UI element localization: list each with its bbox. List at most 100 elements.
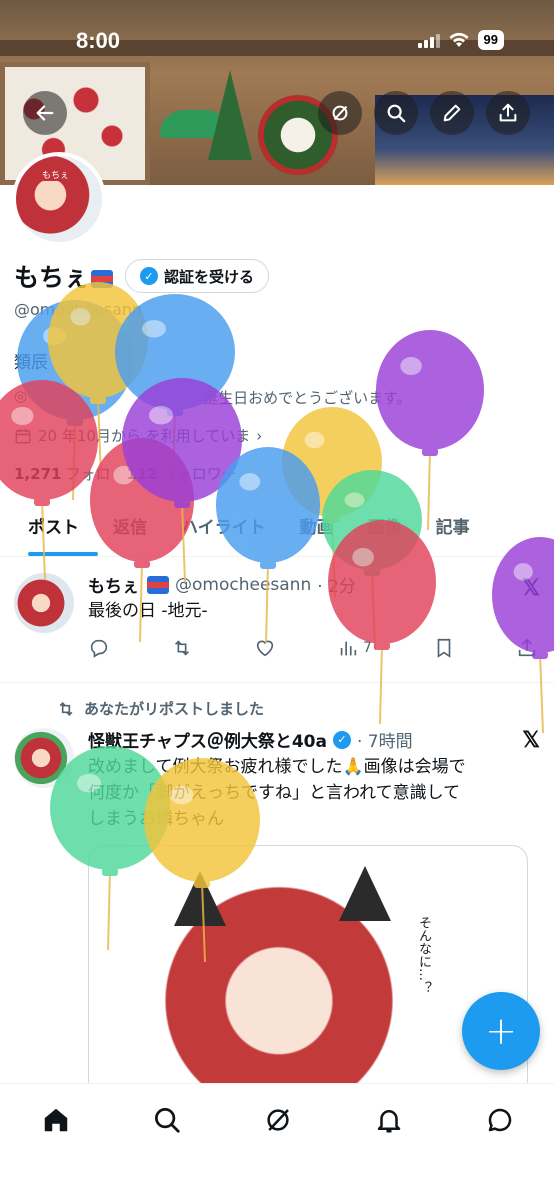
balloon-small-icon: ◎ — [14, 387, 28, 405]
tweet-text-line: 改めまして例大祭お疲れ様でした🙏画像は会場で — [88, 757, 466, 777]
grok-icon — [267, 1109, 289, 1131]
tweet-text-line: 何度か「脚がえっちですね」と言われて意識して — [88, 783, 461, 803]
followers-count: 112 — [126, 465, 158, 483]
arrow-left-icon — [36, 105, 54, 121]
illustration-ear — [339, 866, 391, 921]
tweet-header: もちぇ @omocheesann · 2分 — [88, 572, 356, 598]
profile-tabs: ポスト 返信 ハイライト 動画 画像 記事 — [0, 500, 554, 557]
purple-balloon-11 — [492, 537, 554, 734]
profile-handle: @omocheesann — [14, 300, 143, 319]
search-icon — [155, 1108, 180, 1133]
illustration-caption: そんなに…？ — [416, 916, 431, 994]
repost-icon — [59, 701, 73, 716]
tweet-divider — [0, 682, 554, 683]
tweet-text: 改めまして例大祭お疲れ様でした🙏画像は会場で 何度か「脚がえっちですね」と言われ… — [88, 754, 548, 832]
get-verified-label: 認証を受ける — [164, 267, 255, 286]
views-button[interactable]: 7 — [337, 637, 372, 659]
verified-badge-icon: ✓ — [332, 730, 351, 749]
wifi-icon — [449, 32, 469, 47]
nav-messages[interactable] — [480, 1100, 520, 1140]
home-icon — [44, 1108, 68, 1132]
chevron-right-icon: › — [256, 426, 263, 445]
verified-badge-icon: ✓ — [140, 267, 159, 285]
koinobori-emoji-icon — [91, 270, 114, 288]
following-count-link[interactable]: 1,271 フォロ — [14, 463, 110, 484]
heart-icon — [256, 640, 274, 657]
profile-name-row: もちぇ ✓ 認証を受ける — [14, 258, 270, 294]
share-icon — [499, 103, 517, 122]
repost-button[interactable] — [171, 637, 193, 659]
tweet-author-handle: @omocheesann — [175, 574, 312, 595]
bookmark-icon — [437, 638, 451, 658]
x-logo-icon: 𝕏 — [522, 575, 540, 600]
pencil-icon — [443, 104, 461, 122]
get-verified-button[interactable]: ✓ 認証を受ける — [125, 259, 270, 293]
nav-search[interactable] — [147, 1100, 187, 1140]
search-icon — [387, 104, 406, 123]
share-tweet-button[interactable] — [516, 637, 538, 659]
joined-row: 20 年10月から を利用していま › — [14, 425, 262, 446]
display-name-text: もちぇ — [14, 263, 90, 292]
plus-icon: + — [485, 1009, 517, 1053]
profile-avatar[interactable]: もちぇ — [12, 152, 106, 246]
reply-button[interactable] — [88, 637, 110, 659]
search-button[interactable] — [374, 91, 418, 135]
tweet-timestamp: · 7時間 — [356, 732, 413, 752]
battery-indicator: 99 — [477, 30, 504, 50]
green-balloon-9 — [322, 470, 422, 651]
status-icons: 99 — [417, 30, 504, 50]
follow-counts: 1,271 フォロ 112 フォロワー — [14, 463, 237, 484]
followers-count-link[interactable]: 112 フォロワー — [126, 463, 236, 484]
profile-bio: 類辰 — [14, 353, 48, 373]
display-name: もちぇ — [14, 258, 114, 294]
tweet-text-line: しまうお燐ちゃん — [88, 809, 224, 829]
share-icon — [518, 638, 536, 657]
birthday-text: 誕生日おめでとうございます。 — [203, 389, 412, 407]
tweet-avatar[interactable] — [14, 573, 74, 633]
tweet-avatar[interactable] — [14, 728, 74, 788]
nav-notifications[interactable] — [369, 1100, 409, 1140]
tab-images[interactable]: 画像 — [351, 500, 419, 556]
tweet-author-name: もちぇ — [88, 577, 139, 597]
like-button[interactable] — [254, 637, 276, 659]
share-button[interactable] — [486, 91, 530, 135]
tweet-header: 怪獣王チャプス＠例大祭と40a ✓ · 7時間 — [88, 727, 413, 752]
tweet-actions: 7 — [88, 637, 538, 659]
x-logo-icon: 𝕏 — [522, 727, 540, 752]
tab-highlights[interactable]: ハイライト — [164, 500, 283, 556]
views-chart-icon — [340, 641, 357, 656]
reply-icon — [90, 639, 108, 658]
nav-grok[interactable] — [258, 1100, 298, 1140]
repost-indicator: あなたがリポストしました — [56, 698, 264, 719]
tweet-author-name: 怪獣王チャプス＠例大祭と40a — [88, 732, 327, 752]
illustration-ear — [174, 871, 226, 926]
tweet-timestamp: · 2分 — [317, 577, 356, 597]
bookmark-button[interactable] — [433, 637, 455, 659]
followers-label: フォロワー — [161, 465, 237, 483]
grok-button[interactable] — [318, 91, 362, 135]
grok-icon — [332, 105, 348, 121]
nav-home[interactable] — [36, 1100, 76, 1140]
bell-icon — [377, 1110, 401, 1133]
compose-post-button[interactable]: + — [462, 992, 540, 1070]
bottom-navigation — [0, 1083, 554, 1200]
banner-tree — [208, 70, 252, 160]
views-count: 7 — [363, 640, 372, 656]
tweet-text: 最後の日 -地元- — [88, 601, 208, 621]
back-button[interactable] — [23, 91, 67, 135]
tweet-media-image[interactable]: そんなに…？ — [88, 845, 528, 1105]
tab-articles[interactable]: 記事 — [419, 500, 487, 556]
tab-posts[interactable]: ポスト — [0, 500, 98, 556]
following-label: フォロ — [65, 465, 111, 483]
joined-text: 20 年10月から を利用していま — [38, 427, 251, 445]
chat-bubble-icon — [488, 1108, 512, 1132]
cellular-icon — [417, 32, 440, 48]
koinobori-emoji-icon — [147, 575, 169, 594]
tab-videos[interactable]: 動画 — [283, 500, 351, 556]
status-time: 8:00 — [76, 28, 121, 53]
calendar-icon — [15, 428, 31, 443]
repost-label: あなたがリポストしました — [84, 700, 265, 718]
edit-button[interactable] — [430, 91, 474, 135]
tab-replies[interactable]: 返信 — [96, 500, 164, 556]
repost-icon — [175, 640, 190, 656]
